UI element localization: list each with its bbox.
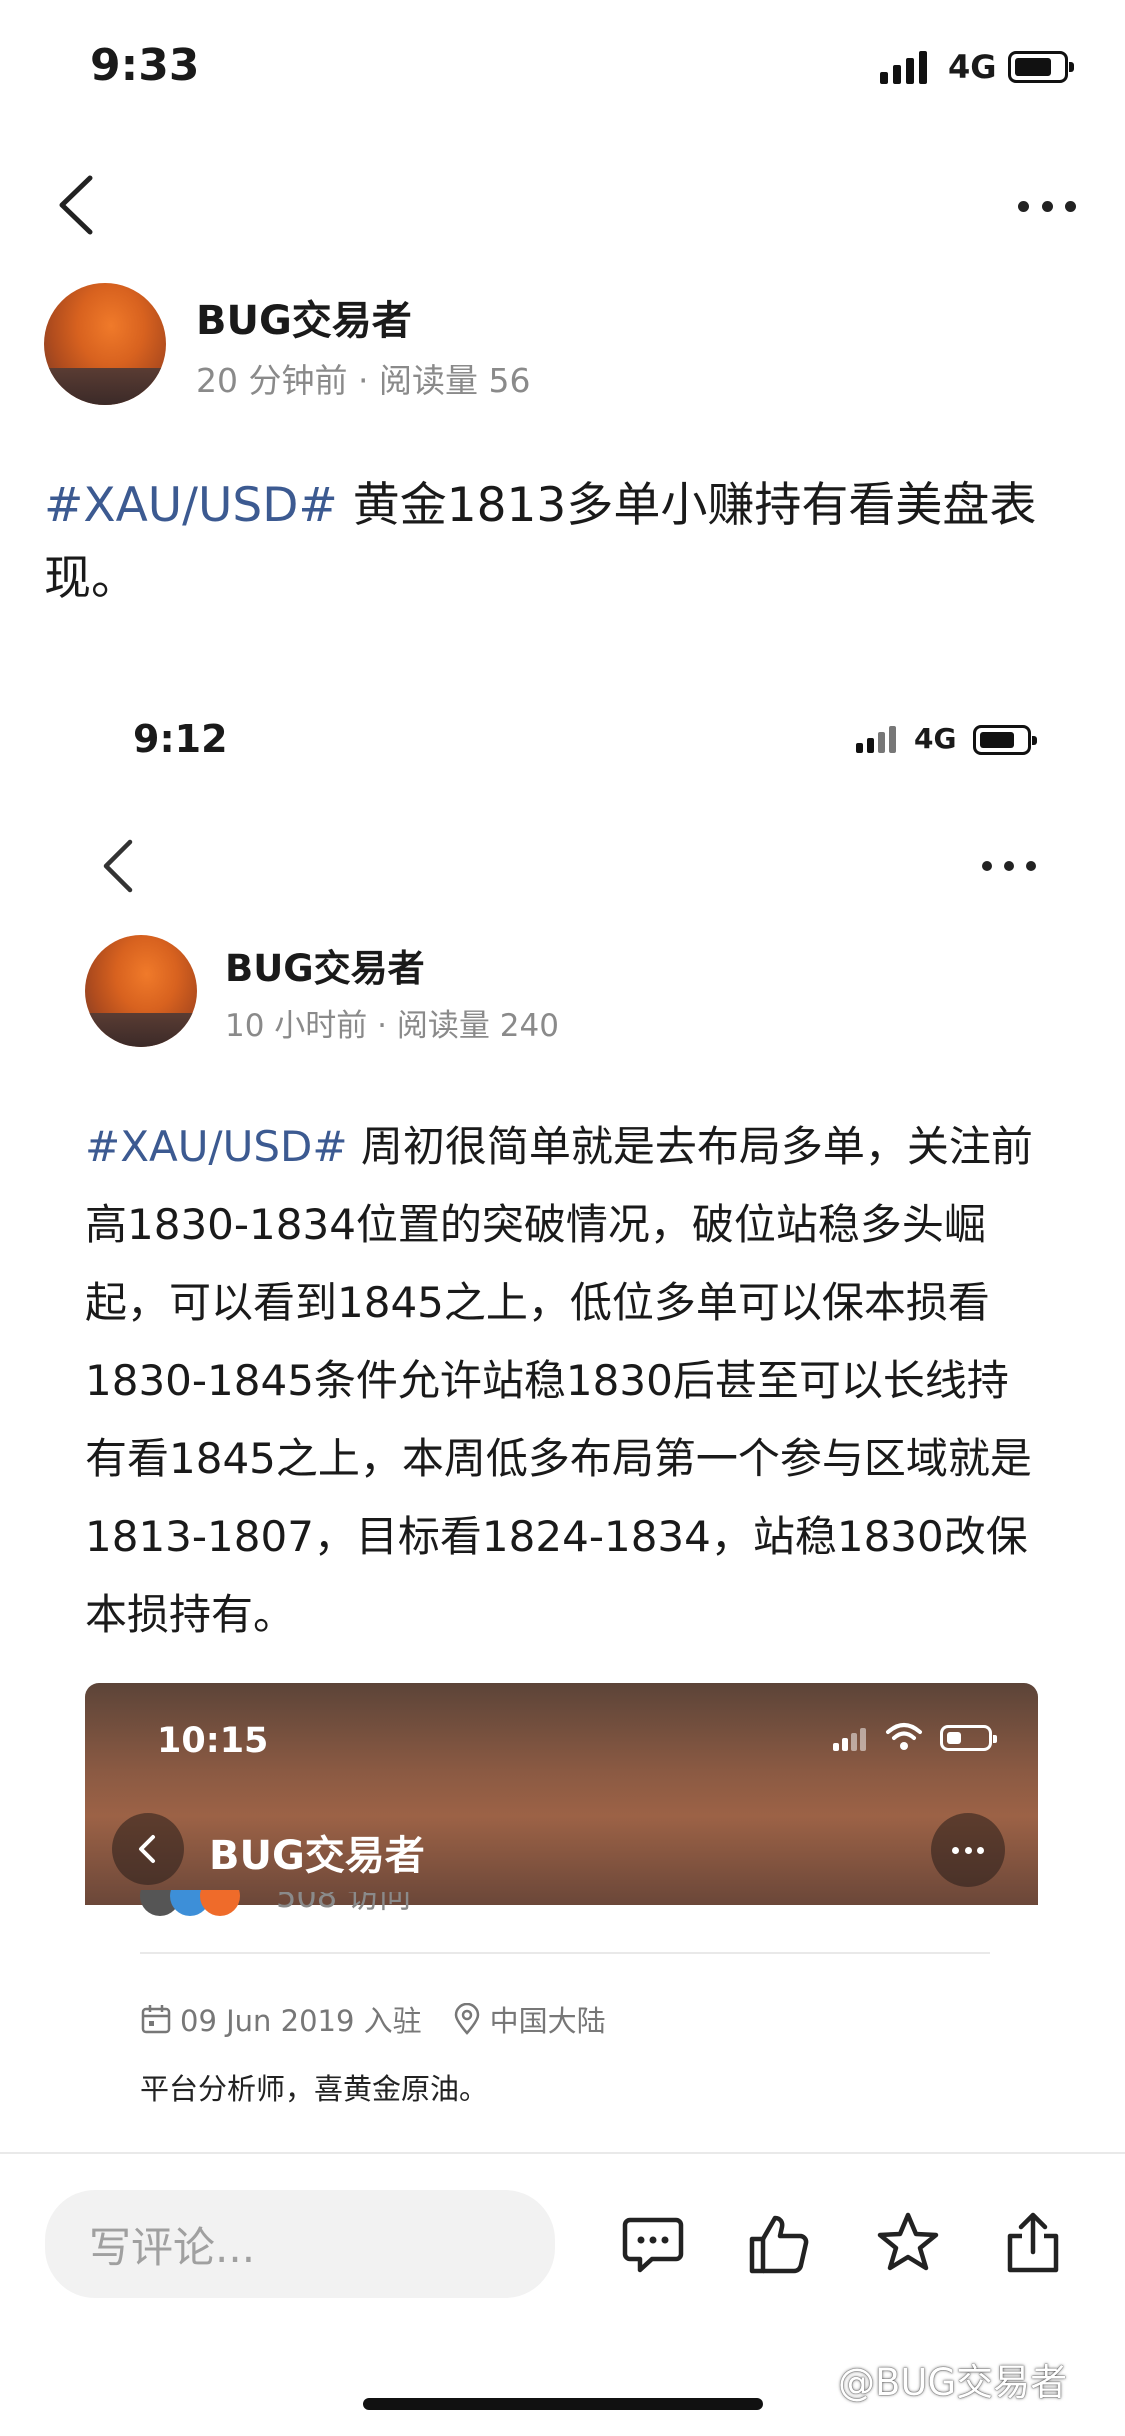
inner-post-meta: 10 小时前 · 阅读量 240 [225, 1000, 559, 1045]
time-ago: 20 分钟前 [196, 361, 348, 400]
home-indicator [363, 2398, 763, 2410]
visitor-avatars [140, 1890, 260, 1924]
banner-more-button[interactable] [931, 1813, 1005, 1887]
like-button[interactable] [744, 2208, 814, 2280]
inner-signal-icon [856, 725, 896, 753]
inner-status-time: 9:12 [133, 717, 228, 761]
meta-separator: · [357, 361, 379, 400]
profile-divider [140, 1952, 990, 1954]
profile-bio: 平台分析师，喜黄金原油。 [140, 2072, 489, 2106]
reads-label: 阅读量 [378, 361, 478, 400]
profile-info-row: 09 Jun 2019 入驻 中国大陆 [140, 1998, 606, 2040]
inner-back-icon[interactable] [98, 836, 138, 896]
reads-count: 56 [488, 361, 531, 400]
author-name[interactable]: BUG交易者 [196, 288, 412, 346]
star-icon [877, 2212, 939, 2271]
inner-more-icon[interactable] [982, 860, 1036, 872]
banner-title: BUG交易者 [209, 1833, 425, 1879]
network-label: 4G [948, 48, 997, 86]
banner-battery-icon [940, 1725, 997, 1751]
profile-banner: 10:15 BUG交易者 [85, 1683, 1038, 1905]
post-text: #XAU/USD# 黄金1813多单小赚持有看美盘表现。 [44, 470, 1084, 616]
back-icon[interactable] [52, 170, 102, 240]
signal-icon [880, 50, 927, 84]
inner-network-label: 4G [914, 722, 957, 755]
comment-button[interactable] [618, 2210, 688, 2280]
inner-author-name[interactable]: BUG交易者 [225, 938, 425, 992]
comment-input[interactable]: 写评论... [45, 2190, 555, 2298]
inner-reads-count: 240 [499, 1008, 559, 1044]
join-date: 09 Jun 2019 入驻 [180, 2004, 422, 2038]
comment-icon [622, 2217, 684, 2273]
watermark: @BUG交易者 [838, 2352, 1067, 2406]
banner-back-icon [139, 1835, 155, 1863]
location-pin-icon [454, 2003, 479, 2035]
comment-placeholder: 写评论... [89, 2222, 256, 2272]
watermark-text: @BUG交易者 [838, 2361, 1068, 2404]
inner-post-body: 周初很简单就是去布局多单，关注前高1830-1834位置的突破情况，破位站稳多头… [85, 1122, 1033, 1639]
like-icon [749, 2215, 809, 2274]
inner-reads-label: 阅读量 [396, 1008, 490, 1044]
hashtag-link[interactable]: #XAU/USD# [44, 478, 338, 533]
battery-icon [1008, 51, 1074, 83]
status-time: 9:33 [90, 40, 200, 91]
visitor-count-text: 508 访问 [276, 1892, 412, 1914]
post-meta: 20 分钟前 · 阅读量 56 [196, 354, 530, 402]
share-icon [1007, 2212, 1059, 2273]
inner-post-text: #XAU/USD# 周初很简单就是去布局多单，关注前高1830-1834位置的突… [85, 1108, 1045, 1654]
banner-back-button[interactable] [112, 1813, 184, 1885]
avatar[interactable] [44, 283, 166, 405]
banner-more-icon [952, 1846, 984, 1854]
calendar-icon [141, 2005, 171, 2034]
location: 中国大陆 [489, 2004, 606, 2038]
more-icon[interactable] [1018, 199, 1076, 213]
favorite-button[interactable] [872, 2206, 944, 2278]
bottom-bar-divider [0, 2152, 1125, 2154]
banner-signal-icon [833, 1727, 866, 1751]
banner-status-time: 10:15 [157, 1721, 269, 1761]
banner-wifi-icon [885, 1721, 923, 1755]
share-button[interactable] [998, 2206, 1068, 2278]
inner-meta-separator: · [377, 1008, 397, 1044]
inner-avatar[interactable] [85, 935, 197, 1047]
inner-hashtag-link[interactable]: #XAU/USD# [85, 1122, 348, 1171]
inner-time-ago: 10 小时前 [225, 1008, 368, 1044]
visitor-count-partial: 508 访问 [276, 1892, 411, 1914]
inner-battery-icon [973, 725, 1037, 755]
